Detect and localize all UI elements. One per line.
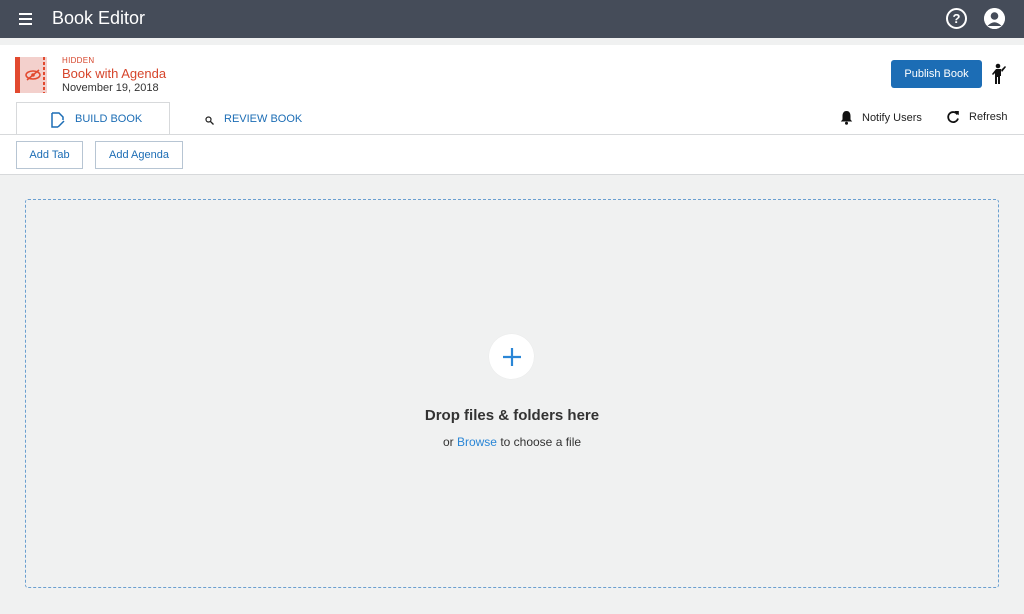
edit-document-icon — [51, 112, 65, 128]
refresh-button[interactable]: Refresh — [946, 110, 1008, 124]
hidden-eye-icon — [25, 69, 41, 81]
walking-person-icon[interactable] — [990, 63, 1008, 85]
tab-review-book-label: REVIEW BOOK — [224, 112, 303, 125]
notify-users-label: Notify Users — [862, 111, 922, 124]
notify-users-button[interactable]: Notify Users — [840, 110, 922, 125]
tab-divider — [0, 134, 1024, 135]
bell-icon — [840, 111, 853, 125]
drop-zone-title: Drop files & folders here — [424, 407, 600, 424]
top-app-bar: Book Editor ? — [0, 0, 1024, 38]
plus-icon[interactable] — [489, 334, 534, 379]
tab-build-book[interactable]: BUILD BOOK — [16, 102, 170, 135]
file-drop-zone[interactable] — [25, 199, 999, 588]
book-title: Book with Agenda — [62, 66, 167, 81]
refresh-label: Refresh — [969, 111, 1008, 123]
publish-book-button[interactable]: Publish Book — [891, 60, 982, 88]
book-status-badge: HIDDEN — [62, 56, 95, 65]
browse-link[interactable]: Browse — [457, 435, 497, 449]
book-date: November 19, 2018 — [62, 82, 159, 94]
drop-zone-prefix: or — [442, 435, 457, 449]
add-agenda-button[interactable]: Add Agenda — [95, 141, 183, 169]
search-icon — [205, 116, 214, 125]
book-thumbnail — [15, 57, 47, 93]
help-icon[interactable]: ? — [946, 8, 967, 29]
drop-zone-suffix: to choose a file — [496, 435, 582, 449]
hamburger-icon[interactable] — [16, 10, 38, 28]
drop-zone-subtitle: or Browse to choose a file — [0, 435, 1024, 449]
add-tab-button[interactable]: Add Tab — [16, 141, 83, 169]
refresh-icon — [947, 111, 959, 123]
app-title: Book Editor — [52, 8, 146, 28]
tab-review-book[interactable]: REVIEW BOOK — [200, 102, 320, 135]
tab-build-book-label: BUILD BOOK — [75, 112, 143, 125]
user-avatar-icon[interactable] — [984, 8, 1005, 29]
